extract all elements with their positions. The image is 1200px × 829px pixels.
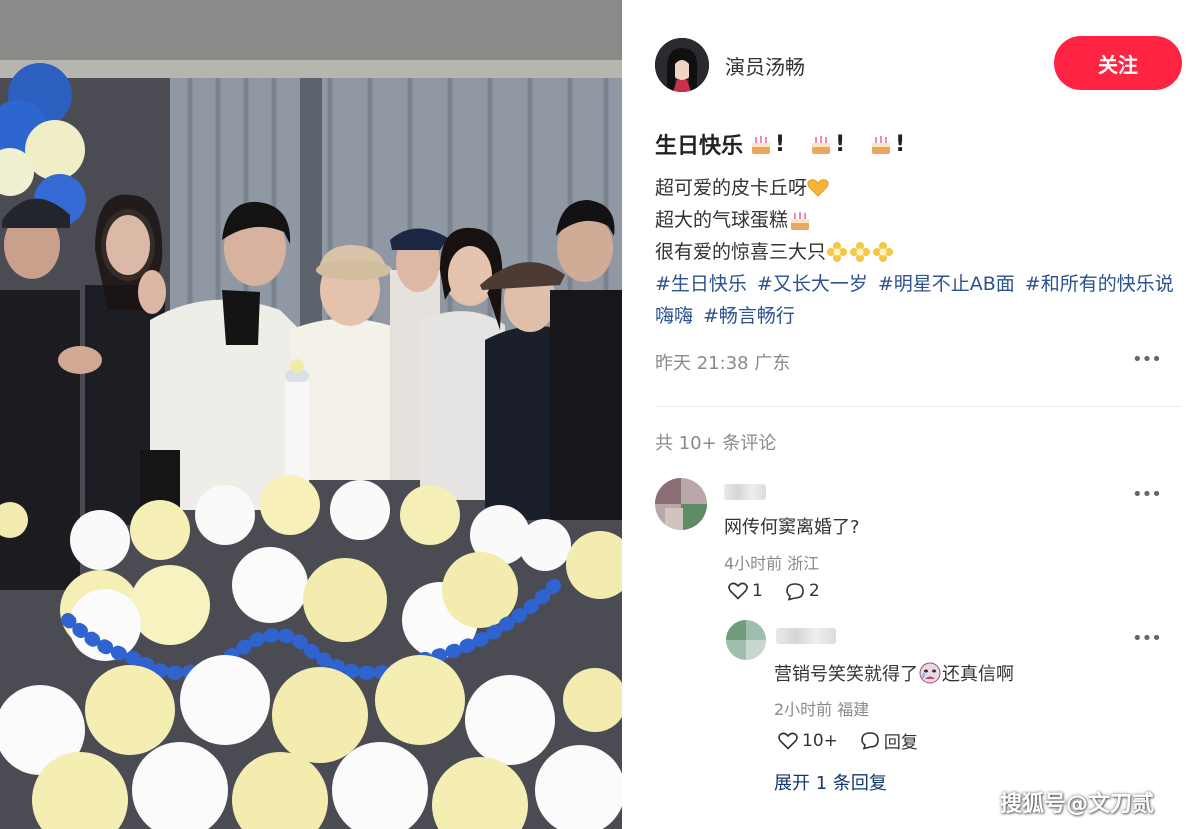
- post-time: 昨天 21:38: [655, 353, 749, 374]
- post-line: 很有爱的惊喜三大只: [655, 236, 1185, 268]
- post-title-exclaim: !: [895, 131, 906, 157]
- watermark: 搜狐号@文刀贰: [1000, 792, 1155, 817]
- crying-face-emoji-icon: [919, 662, 941, 684]
- post-detail-panel: 演员汤畅 关注 生日快乐 ! ! ! 超可爱的皮卡丘呀 超大的气球蛋糕 很有爱的…: [622, 0, 1200, 829]
- replier-name-blurred[interactable]: [776, 628, 836, 644]
- reply-time: 2小时前: [774, 700, 833, 719]
- commenter-name-blurred[interactable]: [724, 484, 766, 500]
- reply-text: 营销号笑笑就得了 还真信啊: [774, 660, 1014, 686]
- reply-label: 回复: [883, 733, 918, 753]
- post-title-exclaim: !: [775, 131, 786, 157]
- reply-actions: 10+ 回复: [778, 728, 940, 753]
- comment-time: 4小时前: [724, 554, 783, 573]
- cake-emoji-icon: [812, 136, 831, 154]
- author-name[interactable]: 演员汤畅: [725, 51, 805, 80]
- heart-icon: [778, 732, 798, 750]
- cake-emoji-icon: [791, 212, 810, 230]
- post-meta: 昨天 21:38 广东: [655, 349, 790, 375]
- hashtag-link[interactable]: #又长大一岁: [757, 273, 868, 295]
- yellow-heart-emoji-icon: [807, 179, 829, 197]
- reply-text-part: 营销号笑笑就得了: [774, 664, 918, 685]
- post-body: 超可爱的皮卡丘呀 超大的气球蛋糕 很有爱的惊喜三大只 #生日快乐 #又长大一岁 #明…: [655, 172, 1185, 332]
- hashtag-link[interactable]: #生日快乐: [655, 273, 747, 295]
- comment-actions: 1 2: [728, 581, 842, 601]
- reply-meta: 2小时前 福建: [774, 696, 869, 720]
- comments-count: 共 10+ 条评论: [655, 433, 777, 454]
- more-dots-icon[interactable]: •••: [1132, 484, 1162, 505]
- replier-avatar[interactable]: [726, 620, 766, 660]
- expand-replies-link[interactable]: 展开 1 条回复: [774, 769, 887, 795]
- comment-bubble-icon: [786, 582, 804, 601]
- like-count: 1: [752, 581, 763, 601]
- post-line-text: 超大的气球蛋糕: [655, 209, 789, 231]
- post-title-text: 生日快乐: [655, 134, 744, 159]
- post-line: 超可爱的皮卡丘呀: [655, 172, 1185, 204]
- post-line-text: 超可爱的皮卡丘呀: [655, 177, 808, 199]
- cake-emoji-icon: [872, 136, 891, 154]
- reply-count: 2: [808, 581, 820, 601]
- post-title: 生日快乐 ! ! !: [655, 128, 905, 160]
- flower-emoji-icon: [827, 242, 894, 262]
- hashtag-link[interactable]: #明星不止AB面: [878, 273, 1015, 295]
- heart-icon: [728, 582, 748, 600]
- cake-emoji-icon: [752, 136, 771, 154]
- hashtag-list: #生日快乐 #又长大一岁 #明星不止AB面 #和所有的快乐说嗨嗨 #畅言畅行: [655, 268, 1185, 332]
- comment-location: 浙江: [787, 554, 820, 573]
- more-dots-icon[interactable]: •••: [1132, 628, 1162, 649]
- like-count: 10+: [802, 730, 838, 751]
- reply-button[interactable]: 回复: [860, 728, 918, 753]
- post-line: 超大的气球蛋糕: [655, 204, 1185, 236]
- author-avatar[interactable]: [655, 38, 709, 92]
- more-dots-icon[interactable]: •••: [1132, 349, 1162, 370]
- like-button[interactable]: 10+: [778, 731, 838, 751]
- comment-text: 网传何窦离婚了?: [724, 517, 860, 538]
- like-button[interactable]: 1: [728, 581, 763, 601]
- hashtag-link[interactable]: #畅言畅行: [703, 305, 795, 327]
- commenter-avatar[interactable]: [655, 478, 707, 530]
- birthday-photo-illustration: [0, 0, 622, 829]
- divider: [655, 406, 1182, 407]
- comment-bubble-icon: [861, 732, 879, 750]
- comment-meta: 4小时前 浙江: [724, 550, 819, 574]
- post-line-text: 很有爱的惊喜三大只: [655, 241, 827, 263]
- post-photo[interactable]: [0, 0, 622, 829]
- reply-text-part: 还真信啊: [942, 664, 1014, 685]
- post-location: 广东: [754, 353, 791, 374]
- reply-count-button[interactable]: 2: [785, 581, 820, 601]
- follow-button[interactable]: 关注: [1054, 36, 1182, 90]
- reply-location: 福建: [837, 700, 870, 719]
- post-title-exclaim: !: [835, 131, 846, 157]
